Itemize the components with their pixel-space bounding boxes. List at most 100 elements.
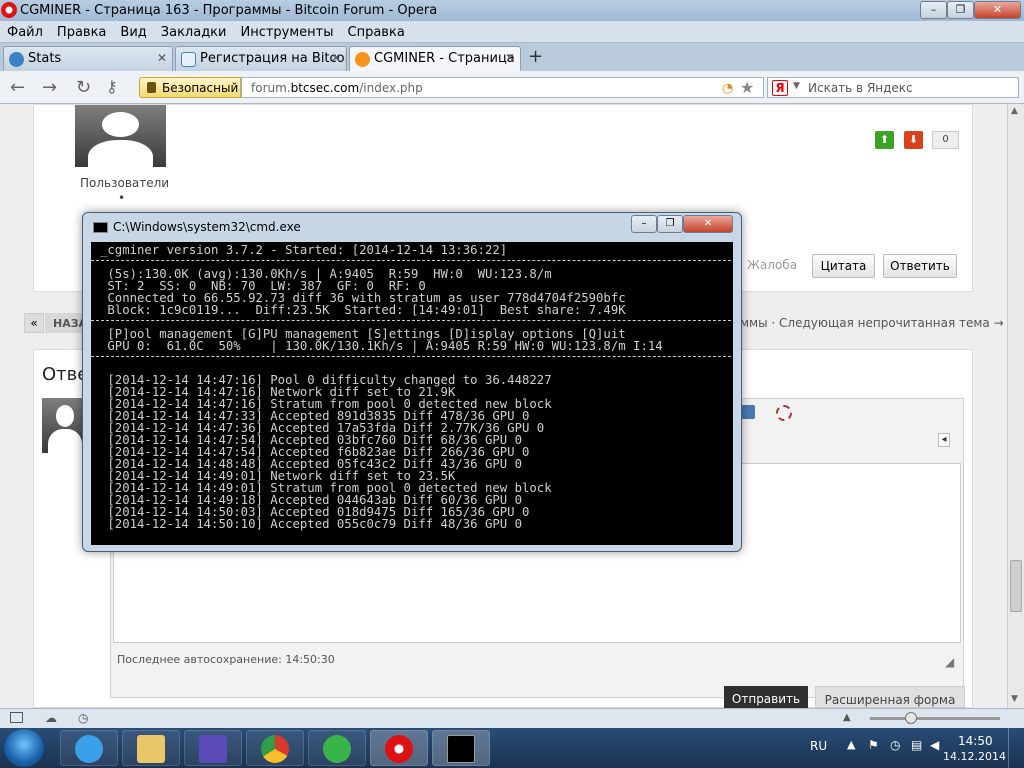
address-field[interactable]: forum.btcsec.com/index.php — [241, 77, 764, 98]
cmd-title: C:\Windows\system32\cmd.exe — [113, 220, 301, 234]
zoom-out-icon[interactable]: ▲ — [843, 712, 851, 723]
reload-icon[interactable]: ↻ — [76, 77, 91, 98]
complaint-link[interactable]: Жалоба — [747, 258, 797, 272]
back-icon[interactable]: ← — [10, 77, 25, 98]
console-output[interactable]: _cgminer version 3.7.2 - Started: [2014-… — [91, 242, 733, 545]
speed-dial-icon[interactable]: ◷ — [78, 711, 88, 725]
new-tab-button[interactable]: + — [528, 46, 543, 67]
search-input[interactable]: Я ▼ Искать в Яндекс — [767, 77, 1019, 98]
taskbar-opera[interactable] — [370, 730, 428, 766]
chrome-icon — [261, 735, 289, 763]
search-placeholder: Искать в Яндекс — [808, 81, 913, 95]
yandex-icon: Я — [772, 80, 788, 96]
menu-bookmarks[interactable]: Закладки — [154, 21, 234, 40]
minimize-button[interactable]: – — [920, 1, 947, 19]
at-sign-icon — [181, 52, 196, 67]
show-hidden-icon[interactable]: ▲ — [847, 738, 855, 751]
close-button[interactable]: ✕ — [974, 1, 1021, 19]
taskbar-mail[interactable] — [308, 730, 366, 766]
folder-icon — [137, 735, 165, 763]
show-desktop-button[interactable] — [1008, 728, 1024, 768]
status-line: Block: 1c9c0119... Diff:23.5K Started: [… — [100, 303, 626, 317]
taskbar-chrome[interactable] — [246, 730, 304, 766]
tab-label: Регистрация на Bitcoi... — [200, 51, 347, 66]
rss-icon[interactable]: ◔ — [722, 81, 733, 96]
cmd-minimize-button[interactable]: – — [631, 215, 657, 233]
key-icon[interactable]: ⚷ — [106, 77, 118, 96]
clock-date[interactable]: 14.12.2014 — [943, 750, 1006, 763]
tab-bar: Stats ✕ Регистрация на Bitcoi... ✕ CGMIN… — [0, 43, 1024, 71]
spellcheck-icon[interactable] — [776, 405, 792, 421]
taskbar-explorer[interactable] — [122, 730, 180, 766]
toggle-editor-icon[interactable]: ◂ — [938, 433, 950, 447]
next-unread-link[interactable]: ммы · Следующая непрочитанная тема → — [740, 316, 1004, 330]
scrollbar-thumb[interactable] — [1010, 560, 1022, 612]
user-group: Пользователи — [80, 176, 170, 190]
vote-up-button[interactable]: ⬆ — [875, 131, 894, 149]
network-flag-icon[interactable]: ⚑ — [868, 738, 879, 752]
turbo-cloud-icon[interactable]: ☁ — [45, 711, 57, 725]
tab-label: Stats — [28, 51, 62, 66]
clock-time[interactable]: 14:50 — [958, 734, 993, 748]
tab-stats[interactable]: Stats ✕ — [3, 46, 173, 71]
menu-view[interactable]: Вид — [113, 21, 153, 40]
cmd-maximize-button[interactable]: ❐ — [657, 215, 683, 233]
start-button[interactable] — [4, 729, 44, 767]
lock-icon — [147, 82, 156, 93]
star-icon[interactable]: ★ — [740, 78, 754, 97]
zoom-slider[interactable] — [870, 717, 1000, 720]
avatar[interactable] — [75, 105, 166, 167]
security-badge[interactable]: Безопасный — [139, 77, 241, 98]
extended-form-button[interactable]: Расширенная форма — [815, 686, 965, 708]
opera-logo-icon[interactable] — [1, 2, 17, 18]
menu-file[interactable]: Файл — [0, 21, 50, 40]
status-dot: • — [118, 191, 126, 205]
windows-taskbar: RU ▲ ⚑ ◷ ▤ ◀ 14:50 14.12.2014 — [0, 728, 1024, 768]
tab-label: CGMINER - Страница ... — [374, 51, 521, 66]
resize-handle-icon[interactable]: ◢ — [945, 655, 954, 669]
network-icon[interactable]: ▤ — [911, 738, 922, 752]
send-button[interactable]: Отправить — [724, 686, 808, 708]
reply-button[interactable]: Ответить — [883, 254, 957, 278]
language-indicator[interactable]: RU — [810, 739, 827, 753]
taskbar-media[interactable] — [184, 730, 242, 766]
page-scrollbar[interactable]: ▲ ▼ — [1007, 104, 1024, 708]
taskbar-cmd[interactable] — [432, 730, 490, 766]
gpu-line: GPU 0: 61.0C 50% | 130.0K/130.1Kh/s | A:… — [100, 339, 663, 353]
panel-toggle-icon[interactable] — [10, 712, 23, 723]
scroll-up-icon[interactable]: ▲ — [1011, 106, 1018, 116]
tab-cgminer[interactable]: CGMINER - Страница ... ✕ — [349, 46, 521, 71]
opera-icon — [385, 735, 413, 763]
url-domain: btcsec.com — [290, 81, 360, 95]
console-header: _cgminer version 3.7.2 - Started: [2014-… — [100, 243, 508, 257]
scroll-down-icon[interactable]: ▼ — [1011, 694, 1018, 704]
maximize-button[interactable]: ❐ — [947, 1, 974, 19]
window-title-bar: CGMINER - Страница 163 - Программы - Bit… — [0, 0, 1024, 21]
autosave-status: Последнее автосохранение: 14:50:30 — [117, 653, 335, 666]
menu-tools[interactable]: Инструменты — [233, 21, 340, 40]
cmd-window: C:\Windows\system32\cmd.exe – ❐ ✕ _cgmin… — [82, 212, 742, 552]
quote-button[interactable]: Цитата — [812, 254, 875, 278]
vote-down-button[interactable]: ⬇ — [904, 131, 923, 149]
menu-help[interactable]: Справка — [341, 21, 412, 40]
volume-icon[interactable]: ◀ — [930, 738, 939, 752]
tab-close-icon[interactable]: ✕ — [505, 51, 515, 65]
tab-registration[interactable]: Регистрация на Bitcoi... ✕ — [175, 46, 347, 71]
cmd-close-button[interactable]: ✕ — [683, 215, 733, 233]
rating-count: 0 — [932, 131, 959, 149]
security-label: Безопасный — [162, 81, 239, 95]
image-icon[interactable] — [741, 405, 755, 419]
taskbar-ie[interactable] — [60, 730, 118, 766]
back-link[interactable]: НАЗА — [45, 313, 87, 333]
clock-tray-icon[interactable]: ◷ — [890, 738, 900, 752]
menu-bar: Файл Правка Вид Закладки Инструменты Справка — [0, 21, 1024, 43]
tab-close-icon[interactable]: ✕ — [331, 51, 341, 65]
tab-close-icon[interactable]: ✕ — [157, 51, 167, 65]
chevron-down-icon[interactable]: ▼ — [793, 81, 800, 91]
forward-icon[interactable]: → — [42, 77, 57, 98]
mail-agent-icon — [323, 735, 351, 763]
prev-topic-button[interactable]: « — [24, 313, 44, 333]
zoom-slider-handle[interactable] — [905, 712, 917, 724]
bitcoin-icon — [355, 52, 370, 67]
menu-edit[interactable]: Правка — [50, 21, 113, 40]
